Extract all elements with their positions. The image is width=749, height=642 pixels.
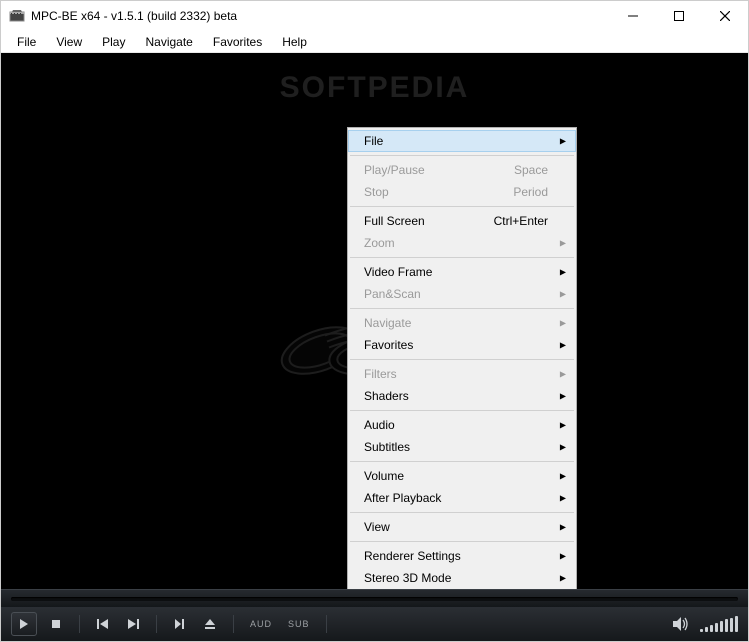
aud-label[interactable]: AUD: [246, 619, 276, 629]
context-menu-label: Renderer Settings: [364, 549, 548, 563]
menu-help[interactable]: Help: [272, 33, 317, 51]
context-menu-label: Favorites: [364, 338, 548, 352]
context-menu-separator: [350, 512, 574, 513]
seek-track[interactable]: [11, 597, 738, 601]
close-button[interactable]: [702, 1, 748, 31]
window-title: MPC-BE x64 - v1.5.1 (build 2332) beta: [31, 9, 610, 23]
context-menu-label: View: [364, 520, 548, 534]
chevron-right-icon: ▶: [560, 574, 566, 583]
context-menu-separator: [350, 461, 574, 462]
watermark-text: SOFTPEDIA: [280, 71, 470, 105]
menu-view[interactable]: View: [46, 33, 92, 51]
menu-play[interactable]: Play: [92, 33, 135, 51]
context-menu-item[interactable]: Full ScreenCtrl+Enter: [348, 210, 576, 232]
video-area[interactable]: SOFTPEDIA File▶Play/PauseSpaceStopPeriod…: [1, 53, 748, 589]
separator: [233, 615, 234, 633]
context-menu-item: StopPeriod: [348, 181, 576, 203]
controls-bar: AUD SUB: [1, 607, 748, 641]
chevron-right-icon: ▶: [560, 137, 566, 146]
eject-button[interactable]: [199, 613, 221, 635]
context-menu-label: After Playback: [364, 491, 548, 505]
context-menu-separator: [350, 257, 574, 258]
context-menu-label: Play/Pause: [364, 163, 514, 177]
context-menu-separator: [350, 359, 574, 360]
mute-button[interactable]: [670, 613, 692, 635]
context-menu-item: Pan&Scan ▶: [348, 283, 576, 305]
chevron-right-icon: ▶: [560, 370, 566, 379]
chevron-right-icon: ▶: [560, 443, 566, 452]
context-menu-item[interactable]: Volume ▶: [348, 465, 576, 487]
chevron-right-icon: ▶: [560, 290, 566, 299]
context-menu-item: Play/PauseSpace: [348, 159, 576, 181]
menu-navigate[interactable]: Navigate: [135, 33, 202, 51]
volume-slider[interactable]: [700, 616, 738, 632]
context-menu-item[interactable]: Renderer Settings ▶: [348, 545, 576, 567]
context-menu-separator: [350, 541, 574, 542]
next-button[interactable]: [122, 613, 144, 635]
chevron-right-icon: ▶: [560, 341, 566, 350]
context-menu-item[interactable]: Shaders ▶: [348, 385, 576, 407]
step-button[interactable]: [169, 613, 191, 635]
context-menu-item: Filters ▶: [348, 363, 576, 385]
menubar: File View Play Navigate Favorites Help: [1, 31, 748, 53]
seek-bar[interactable]: [1, 589, 748, 607]
chevron-right-icon: ▶: [560, 421, 566, 430]
chevron-right-icon: ▶: [560, 552, 566, 561]
context-menu-item: Zoom ▶: [348, 232, 576, 254]
context-menu-label: Navigate: [364, 316, 548, 330]
menu-favorites[interactable]: Favorites: [203, 33, 272, 51]
context-menu-item[interactable]: After Playback ▶: [348, 487, 576, 509]
titlebar[interactable]: MPC-BE x64 - v1.5.1 (build 2332) beta: [1, 1, 748, 31]
context-menu-separator: [350, 410, 574, 411]
context-menu-accel: Ctrl+Enter: [494, 214, 548, 228]
context-menu-accel: Period: [513, 185, 548, 199]
menu-file[interactable]: File: [7, 33, 46, 51]
context-menu-label: Zoom: [364, 236, 548, 250]
context-menu-label: Stop: [364, 185, 513, 199]
context-menu-item[interactable]: Subtitles ▶: [348, 436, 576, 458]
app-window: MPC-BE x64 - v1.5.1 (build 2332) beta Fi…: [0, 0, 749, 642]
context-menu-item[interactable]: View ▶: [348, 516, 576, 538]
context-menu-label: Full Screen: [364, 214, 494, 228]
context-menu-label: Audio: [364, 418, 548, 432]
minimize-button[interactable]: [610, 1, 656, 31]
context-menu-label: File: [364, 134, 548, 148]
chevron-right-icon: ▶: [560, 239, 566, 248]
app-icon: [9, 8, 25, 24]
stop-button[interactable]: [45, 613, 67, 635]
context-menu: File▶Play/PauseSpaceStopPeriodFull Scree…: [347, 127, 577, 589]
context-menu-separator: [350, 206, 574, 207]
play-button[interactable]: [11, 612, 37, 636]
context-menu-label: Shaders: [364, 389, 548, 403]
context-menu-separator: [350, 155, 574, 156]
context-menu-label: Volume: [364, 469, 548, 483]
chevron-right-icon: ▶: [560, 392, 566, 401]
chevron-right-icon: ▶: [560, 268, 566, 277]
chevron-right-icon: ▶: [560, 319, 566, 328]
separator: [79, 615, 80, 633]
prev-button[interactable]: [92, 613, 114, 635]
separator: [156, 615, 157, 633]
context-menu-separator: [350, 308, 574, 309]
chevron-right-icon: ▶: [560, 494, 566, 503]
chevron-right-icon: ▶: [560, 523, 566, 532]
maximize-button[interactable]: [656, 1, 702, 31]
context-menu-item[interactable]: Favorites ▶: [348, 334, 576, 356]
context-menu-label: Video Frame: [364, 265, 548, 279]
context-menu-item: Navigate ▶: [348, 312, 576, 334]
context-menu-label: Subtitles: [364, 440, 548, 454]
chevron-right-icon: ▶: [560, 472, 566, 481]
context-menu-label: Filters: [364, 367, 548, 381]
context-menu-label: Stereo 3D Mode: [364, 571, 548, 585]
context-menu-accel: Space: [514, 163, 548, 177]
separator: [326, 615, 327, 633]
context-menu-label: Pan&Scan: [364, 287, 548, 301]
context-menu-item[interactable]: Video Frame ▶: [348, 261, 576, 283]
sub-label[interactable]: SUB: [284, 619, 314, 629]
context-menu-item[interactable]: File ▶: [348, 130, 576, 152]
context-menu-item[interactable]: Stereo 3D Mode ▶: [348, 567, 576, 589]
context-menu-item[interactable]: Audio ▶: [348, 414, 576, 436]
